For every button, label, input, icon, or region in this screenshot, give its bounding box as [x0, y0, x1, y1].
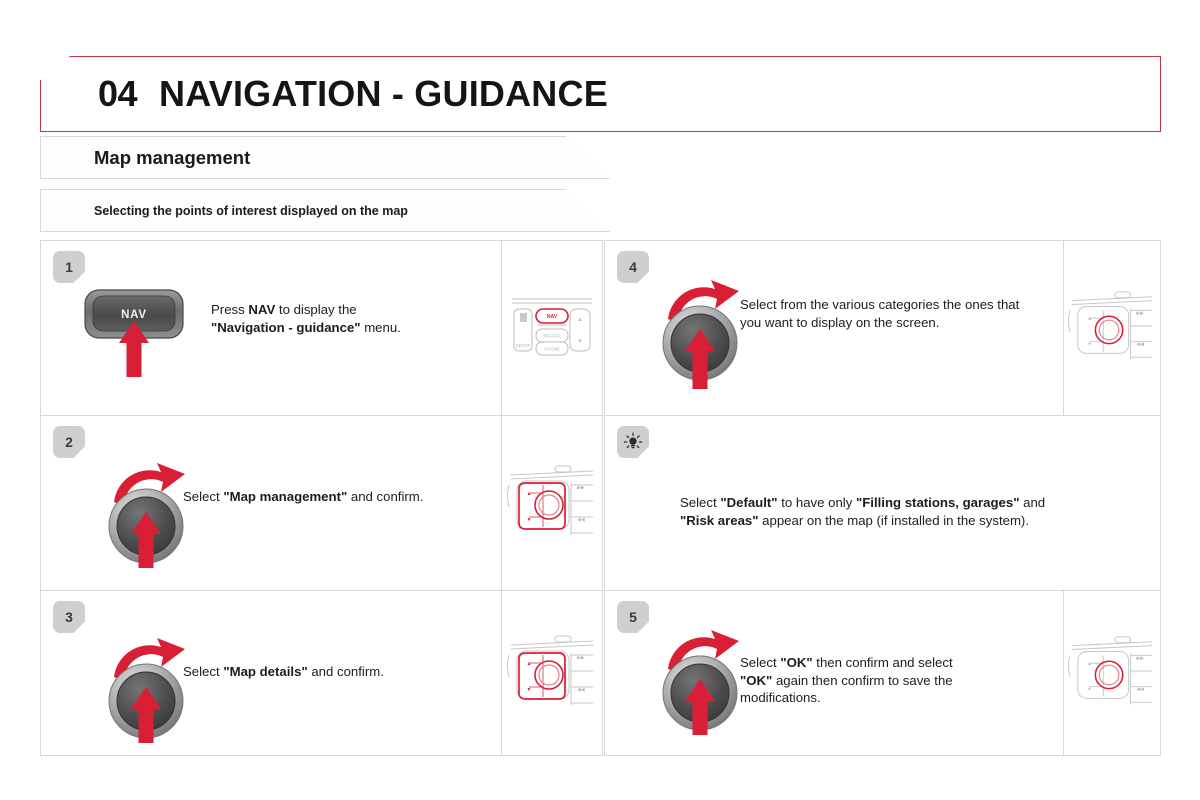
svg-text:▶▶: ▶▶ [1136, 310, 1144, 316]
svg-text:NAV: NAV [121, 309, 147, 321]
svg-text:▼: ▼ [527, 687, 532, 693]
step-row-4: 4 Select from the various categories the… [604, 240, 1161, 415]
step-1-content: 1 NAV Press NAV to display the "Navigati… [41, 241, 501, 415]
step-4-content: 4 Select from the various categories the… [605, 241, 1063, 415]
step-badge-4: 4 [617, 251, 649, 283]
svg-text:▲: ▲ [1087, 317, 1092, 322]
light-bulb-icon [623, 432, 643, 449]
svg-text:TRAFFIC: TRAFFIC [543, 334, 562, 339]
svg-text:▼: ▼ [1087, 688, 1092, 693]
step-4-panel-illustration: ▲ ▼ ▶▶ ◀◀ [1063, 241, 1160, 415]
tip-row: Select "Default" to have only "Filling s… [604, 415, 1161, 590]
svg-text:▶▶: ▶▶ [577, 485, 585, 491]
svg-text:▲: ▲ [527, 491, 532, 497]
tip-instruction: Select "Default" to have only "Filling s… [680, 495, 1046, 529]
chapter-header: 04 NAVIGATION - GUIDANCE [40, 56, 1161, 132]
svg-text:◀◀: ◀◀ [577, 687, 585, 693]
svg-text:◀◀: ◀◀ [577, 517, 585, 523]
svg-text:◀◀: ◀◀ [1136, 687, 1144, 693]
facia-panel-dpad-icon: ▲ ▼ ▶▶ ◀◀ [1068, 291, 1153, 360]
svg-text:▶▶: ▶▶ [1136, 655, 1144, 661]
step-1-instruction: Press NAV to display the "Navigation - g… [211, 302, 401, 335]
rotary-knob-illustration-2 [99, 454, 209, 574]
step-5-instruction: Select "OK" then confirm and select "OK"… [740, 655, 953, 706]
step-3-instruction: Select "Map details" and confirm. [183, 664, 384, 679]
steps-column-left: 1 NAV Press NAV to display the "Navigati… [40, 240, 603, 756]
tip-badge [617, 426, 649, 458]
step-2-content: 2 Select "Map management" and confirm. [41, 416, 501, 590]
step-row-5: 5 Select "OK" then confirm and select "O… [604, 590, 1161, 756]
step-1-panel-illustration: NAV TRAFFIC PHONE SETUP ▲ ▼ [501, 241, 602, 415]
facia-panel-nav-icon: NAV TRAFFIC PHONE SETUP ▲ ▼ [512, 298, 592, 356]
svg-text:PHONE: PHONE [544, 347, 560, 352]
section-banner-subtitle: Selecting the points of interest display… [40, 189, 610, 232]
svg-text:▲: ▲ [577, 317, 583, 323]
step-badge-2: 2 [53, 426, 85, 458]
section-subtitle: Selecting the points of interest display… [94, 203, 408, 218]
step-row-1: 1 NAV Press NAV to display the "Navigati… [40, 240, 603, 415]
tip-content: Select "Default" to have only "Filling s… [605, 416, 1160, 590]
section-title: Map management [94, 146, 251, 168]
step-badge-3: 3 [53, 601, 85, 633]
step-5-content: 5 Select "OK" then confirm and select "O… [605, 591, 1063, 755]
steps-column-right: 4 Select from the various categories the… [604, 240, 1161, 756]
svg-text:NAV: NAV [547, 314, 558, 320]
facia-panel-dpad-highlight-icon: ▲ ▼ ▶▶ ◀◀ [507, 465, 594, 535]
facia-panel-dpad-icon: ▲ ▼ ▶▶ ◀◀ [1068, 636, 1153, 705]
facia-panel-dpad-highlight-icon: ▲ ▼ ▶▶ ◀◀ [507, 635, 594, 705]
svg-text:SETUP: SETUP [516, 343, 531, 348]
page-title: NAVIGATION - GUIDANCE [159, 73, 608, 114]
svg-text:▲: ▲ [527, 661, 532, 667]
step-row-3: 3 Select "Map details" and confirm. ▲ ▼ … [40, 590, 603, 756]
step-2-panel-illustration: ▲ ▼ ▶▶ ◀◀ [501, 416, 602, 590]
step-4-instruction: Select from the various categories the o… [740, 297, 1020, 330]
step-3-content: 3 Select "Map details" and confirm. [41, 591, 501, 755]
svg-text:▼: ▼ [1087, 343, 1092, 348]
step-5-panel-illustration: ▲ ▼ ▶▶ ◀◀ [1063, 591, 1160, 755]
step-badge-1: 1 [53, 251, 85, 283]
svg-text:▼: ▼ [577, 339, 583, 345]
step-row-2: 2 Select "Map management" and confirm. ▲… [40, 415, 603, 590]
svg-text:▶▶: ▶▶ [577, 655, 585, 661]
step-badge-5: 5 [617, 601, 649, 633]
svg-text:◀◀: ◀◀ [1136, 342, 1144, 348]
svg-text:▼: ▼ [527, 517, 532, 523]
chapter-number: 04 [98, 73, 138, 114]
step-3-panel-illustration: ▲ ▼ ▶▶ ◀◀ [501, 591, 602, 755]
rotary-knob-illustration-3 [99, 629, 209, 749]
svg-text:▲: ▲ [1087, 662, 1092, 667]
step-2-instruction: Select "Map management" and confirm. [183, 489, 424, 504]
section-banner-title: Map management [40, 136, 610, 179]
rotary-knob-illustration-4 [653, 271, 763, 396]
steps-grid: 1 NAV Press NAV to display the "Navigati… [40, 240, 1161, 756]
nav-button-illustration: NAV [83, 285, 203, 380]
